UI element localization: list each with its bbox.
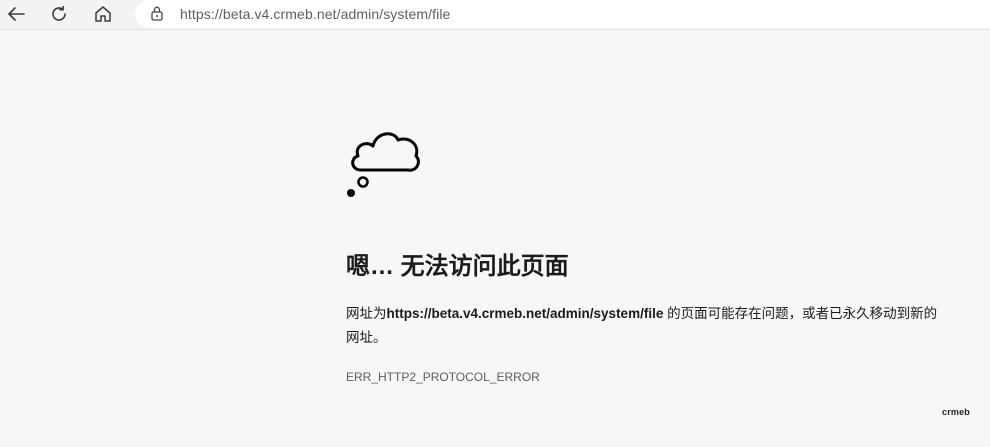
thought-cloud-icon (347, 132, 420, 197)
refresh-icon (52, 5, 66, 21)
desc-prefix: 网址为 (346, 306, 387, 321)
back-arrow-icon (8, 7, 25, 21)
refresh-button[interactable] (44, 0, 74, 28)
address-url[interactable]: https://beta.v4.crmeb.net/admin/system/f… (180, 6, 450, 22)
back-button[interactable] (1, 0, 31, 28)
desc-url: https://beta.v4.crmeb.net/admin/system/f… (386, 306, 664, 321)
home-button[interactable] (88, 0, 118, 28)
address-bar[interactable]: https://beta.v4.crmeb.net/admin/system/f… (135, 0, 990, 28)
home-icon (95, 6, 111, 22)
browser-toolbar: https://beta.v4.crmeb.net/admin/system/f… (0, 0, 990, 30)
error-code: ERR_HTTP2_PROTOCOL_ERROR (346, 370, 540, 384)
error-description: 网址为https://beta.v4.crmeb.net/admin/syste… (346, 302, 946, 350)
brand-logo: crmeb (941, 407, 970, 417)
error-heading: 嗯… 无法访问此页面 (346, 253, 569, 280)
lock-icon[interactable] (150, 5, 164, 21)
